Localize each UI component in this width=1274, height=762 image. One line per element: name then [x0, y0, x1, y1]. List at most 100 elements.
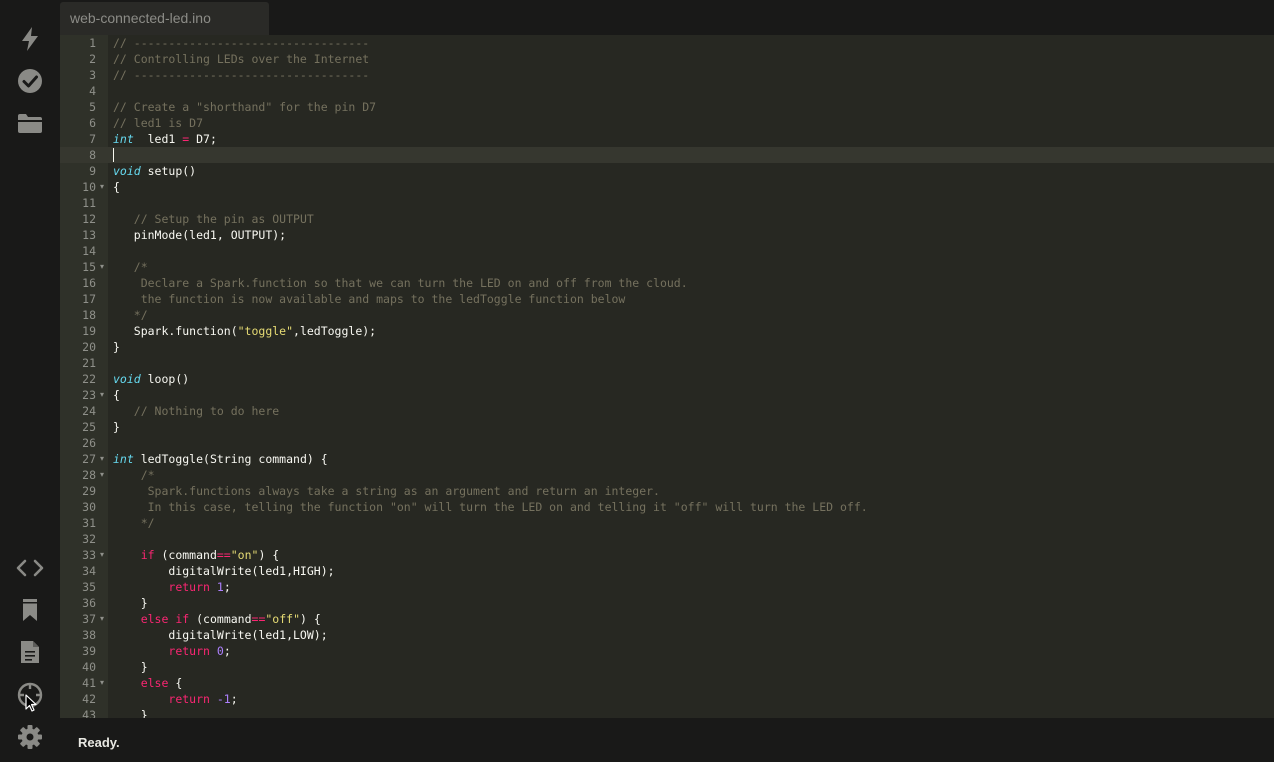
docs-icon[interactable] — [15, 637, 45, 667]
code-line[interactable]: 17 the function is now available and map… — [60, 291, 1274, 307]
code-line[interactable]: 34 digitalWrite(led1,HIGH); — [60, 563, 1274, 579]
code-line[interactable]: 42 return -1; — [60, 691, 1274, 707]
fold-arrow-icon[interactable]: ▾ — [97, 611, 107, 627]
code-token: } — [113, 660, 148, 674]
code-line[interactable]: 39 return 0; — [60, 643, 1274, 659]
code-text: return 1; — [113, 579, 231, 595]
code-text: } — [113, 419, 120, 435]
code-line[interactable]: 15 ▾ /* — [60, 259, 1274, 275]
code-line[interactable]: 13 pinMode(led1, OUTPUT); — [60, 227, 1274, 243]
code-line[interactable]: 4 — [60, 83, 1274, 99]
code-token: ; — [223, 580, 231, 594]
code-text: // ---------------------------------- — [113, 67, 369, 83]
code-text: Spark.function("toggle",ledToggle); — [113, 323, 376, 339]
code-token: // ---------------------------------- — [113, 36, 370, 50]
settings-icon[interactable] — [15, 722, 45, 752]
code-text: // Controlling LEDs over the Internet — [113, 51, 369, 67]
code-line[interactable]: 33 ▾ if (command=="on") { — [60, 547, 1274, 563]
fold-arrow-icon[interactable]: ▾ — [97, 387, 107, 403]
code-line[interactable]: 8 — [60, 147, 1274, 163]
code-line[interactable]: 20} — [60, 339, 1274, 355]
verify-icon[interactable] — [15, 66, 45, 96]
fold-arrow-icon[interactable]: ▾ — [97, 467, 107, 483]
code-editor[interactable]: 1 // ---------------------------------- 2 /… — [60, 35, 1274, 718]
code-line[interactable]: 12 // Setup the pin as OUTPUT — [60, 211, 1274, 227]
code-line[interactable]: 1 // ---------------------------------- — [60, 35, 1274, 51]
code-line[interactable]: 27 ▾ int ledToggle(String command) { — [60, 451, 1274, 467]
line-number: 8 — [89, 148, 96, 162]
code-line[interactable]: 19 Spark.function("toggle",ledToggle); — [60, 323, 1274, 339]
code-line[interactable]: 6 // led1 is D7 — [60, 115, 1274, 131]
code-token: // led1 is D7 — [113, 116, 204, 130]
code-line[interactable]: 23 ▾ { — [60, 387, 1274, 403]
code-line[interactable]: 24 // Nothing to do here — [60, 403, 1274, 419]
line-number: 28 — [82, 468, 96, 482]
code-line[interactable]: 31 */ — [60, 515, 1274, 531]
code-token: { — [113, 180, 120, 194]
folder-icon[interactable] — [15, 108, 45, 138]
libraries-icon[interactable] — [15, 595, 45, 625]
code-line[interactable]: 43 } — [60, 707, 1274, 718]
code-text: // ---------------------------------- — [113, 35, 369, 51]
code-line[interactable]: 5 // Create a "shorthand" for the pin D7 — [60, 99, 1274, 115]
fold-arrow-icon[interactable]: ▾ — [97, 259, 107, 275]
code-line[interactable]: 35 return 1; — [60, 579, 1274, 595]
code-text: digitalWrite(led1,HIGH); — [113, 563, 334, 579]
code-line[interactable]: 7 int led1 = D7; — [60, 131, 1274, 147]
code-text: int led1 = D7; — [113, 131, 217, 147]
code-token: 1 — [216, 580, 224, 594]
line-number: 30 — [82, 500, 96, 514]
line-number: 24 — [82, 404, 96, 418]
line-number: 18 — [82, 308, 96, 322]
code-line[interactable]: 18 */ — [60, 307, 1274, 323]
code-line[interactable]: 10 ▾ { — [60, 179, 1274, 195]
code-line[interactable]: 28 ▾ /* — [60, 467, 1274, 483]
code-line[interactable]: 37 ▾ else if (command=="off") { — [60, 611, 1274, 627]
flash-icon[interactable] — [15, 24, 45, 54]
code-text: /* — [113, 259, 148, 275]
code-text: Spark.functions always take a string as … — [113, 483, 660, 499]
code-text: // led1 is D7 — [113, 115, 203, 131]
code-line[interactable]: 22 void loop() — [60, 371, 1274, 387]
line-number: 21 — [82, 356, 96, 370]
code-icon[interactable] — [15, 553, 45, 583]
fold-arrow-icon[interactable]: ▾ — [97, 179, 107, 195]
code-token: // Controlling LEDs over the Internet — [113, 52, 370, 66]
code-line[interactable]: 14 — [60, 243, 1274, 259]
fold-arrow-icon[interactable]: ▾ — [97, 675, 107, 691]
code-lines: 1 // ---------------------------------- 2 /… — [60, 35, 1274, 718]
code-line[interactable]: 36 } — [60, 595, 1274, 611]
code-line[interactable]: 40 } — [60, 659, 1274, 675]
code-token: ) { — [258, 548, 280, 562]
code-token: { — [168, 676, 183, 690]
code-line[interactable]: 30 In this case, telling the function "o… — [60, 499, 1274, 515]
code-line[interactable]: 38 digitalWrite(led1,LOW); — [60, 627, 1274, 643]
code-line[interactable]: 26 — [60, 435, 1274, 451]
line-number: 2 — [89, 52, 96, 66]
code-line[interactable]: 29 Spark.functions always take a string … — [60, 483, 1274, 499]
code-line[interactable]: 9 void setup() — [60, 163, 1274, 179]
file-tab[interactable]: web-connected-led.ino — [60, 2, 269, 35]
code-line[interactable]: 32 — [60, 531, 1274, 547]
code-line[interactable]: 25} — [60, 419, 1274, 435]
code-text: return 0; — [113, 643, 230, 659]
code-line[interactable]: 16 Declare a Spark.function so that we c… — [60, 275, 1274, 291]
fold-arrow-icon[interactable]: ▾ — [97, 547, 107, 563]
code-token: else — [140, 612, 169, 626]
line-number: 6 — [89, 116, 96, 130]
code-line[interactable]: 41 ▾ else { — [60, 675, 1274, 691]
code-line[interactable]: 3 // ---------------------------------- — [60, 67, 1274, 83]
line-number: 16 — [82, 276, 96, 290]
code-line[interactable]: 2 // Controlling LEDs over the Internet — [60, 51, 1274, 67]
code-text: pinMode(led1, OUTPUT); — [113, 227, 286, 243]
line-number: 1 — [89, 36, 96, 50]
code-line[interactable]: 21 — [60, 355, 1274, 371]
fold-arrow-icon[interactable]: ▾ — [97, 451, 107, 467]
code-line[interactable]: 11 — [60, 195, 1274, 211]
code-token: if — [140, 548, 155, 562]
code-text: else { — [113, 675, 183, 691]
